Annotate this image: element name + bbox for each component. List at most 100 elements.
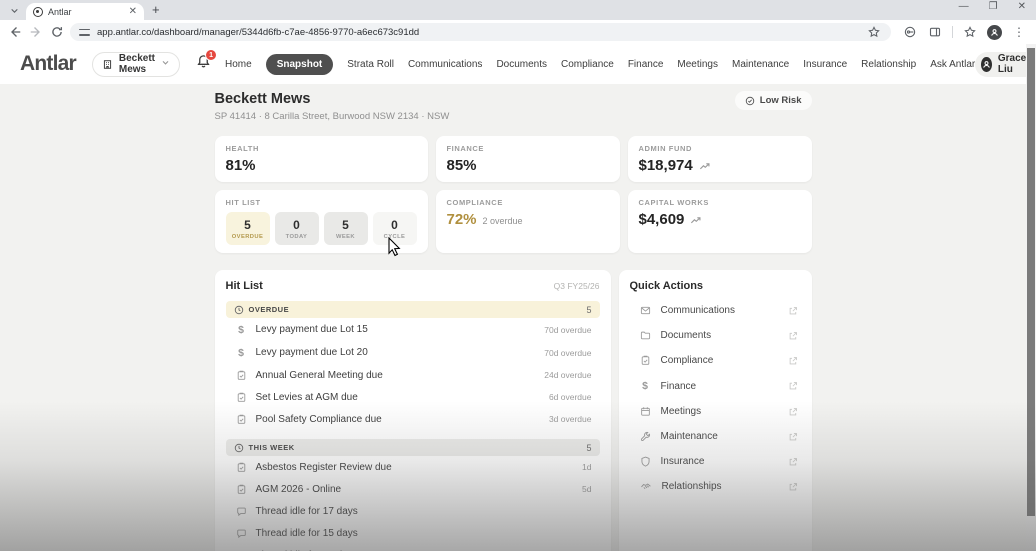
hit-list-item[interactable]: Annual General Meeting due 24d overdue — [226, 364, 600, 386]
notifications-button[interactable]: 1 — [196, 49, 218, 74]
quick-action-label: Compliance — [660, 355, 714, 366]
quick-action-communications[interactable]: Communications — [630, 298, 801, 323]
hit-list-item-label: Annual General Meeting due — [255, 369, 383, 381]
page-scrollbar[interactable] — [1026, 44, 1036, 551]
hit-count-label: CYCLE — [383, 233, 406, 240]
nav-item-meetings[interactable]: Meetings — [677, 59, 718, 70]
url-bar[interactable]: app.antlar.co/dashboard/manager/5344d6fb… — [70, 23, 891, 41]
external-link-icon — [788, 381, 798, 391]
forward-button[interactable] — [28, 24, 44, 40]
nav-item-ask-antlar[interactable]: Ask Antlar — [930, 59, 975, 70]
scrollbar-thumb[interactable] — [1027, 48, 1035, 516]
nav-item-compliance[interactable]: Compliance — [561, 59, 614, 70]
site-settings-icon[interactable] — [79, 28, 90, 37]
nav-item-finance[interactable]: Finance — [628, 59, 664, 70]
trend-up-icon — [690, 215, 702, 225]
section-label: THIS WEEK — [248, 443, 295, 452]
extensions-icon[interactable] — [962, 24, 978, 40]
reload-button[interactable] — [49, 24, 65, 40]
building-icon — [102, 59, 113, 70]
hit-count-value: 0 — [391, 217, 398, 232]
quick-action-maintenance[interactable]: Maintenance — [630, 424, 801, 449]
external-link-icon — [788, 331, 798, 341]
quick-action-finance[interactable]: $ Finance — [630, 373, 801, 399]
nav-item-documents[interactable]: Documents — [496, 59, 547, 70]
hit-list-item[interactable]: Thread idle for 15 days — [226, 544, 600, 551]
tab-close-icon[interactable]: ✕ — [129, 6, 137, 17]
hit-list-item[interactable]: Thread idle for 17 days — [226, 500, 600, 522]
property-selector[interactable]: Beckett Mews — [91, 51, 181, 77]
stat-label: ADMIN FUND — [638, 144, 692, 153]
stat-label: CAPITAL WORKS — [638, 198, 709, 207]
window-maximize-button[interactable]: ❐ — [989, 1, 998, 12]
nav-item-maintenance[interactable]: Maintenance — [732, 59, 789, 70]
hit-list-item[interactable]: AGM 2026 - Online 5d — [226, 478, 600, 500]
nav-item-home[interactable]: Home — [225, 59, 252, 70]
clipboard-icon — [236, 484, 247, 495]
hit-count-overdue: 5 OVERDUE — [225, 212, 270, 245]
stat-card-health: HEALTH 81% — [214, 136, 428, 182]
nav-item-strata-roll[interactable]: Strata Roll — [347, 59, 394, 70]
quick-action-relationships[interactable]: Relationships — [630, 474, 801, 499]
chat-icon — [236, 506, 247, 517]
nav-item-snapshot[interactable]: Snapshot — [265, 53, 334, 75]
quick-action-insurance[interactable]: Insurance — [630, 449, 801, 474]
antlar-logo[interactable]: Antlar — [20, 52, 77, 76]
bookmark-star-icon[interactable] — [866, 24, 882, 40]
hit-list-item[interactable]: $ Levy payment due Lot 20 70d overdue — [226, 341, 600, 364]
new-tab-button[interactable]: + — [152, 2, 160, 17]
quick-action-label: Insurance — [660, 456, 705, 467]
nav-item-communications[interactable]: Communications — [408, 59, 482, 70]
hit-list-item-due: 3d overdue — [548, 414, 592, 424]
risk-badge-label: Low Risk — [759, 95, 802, 106]
hit-list-item[interactable]: $ Levy payment due Lot 15 70d overdue — [226, 318, 600, 341]
quick-action-label: Relationships — [661, 481, 722, 492]
side-panel-icon[interactable] — [927, 24, 943, 40]
external-link-icon — [788, 457, 798, 467]
hit-list-item-due: 70d overdue — [544, 347, 592, 358]
browser-tab-bar: Antlar ✕ + — ❐ ✕ — [0, 0, 1036, 20]
calendar-icon — [640, 406, 651, 417]
trend-up-icon — [699, 161, 711, 171]
clipboard-icon — [236, 392, 247, 403]
dashboard-content: Beckett Mews SP 41414 · 8 Carilla Street… — [0, 84, 1026, 551]
hit-list-item-label: Thread idle for 15 days — [255, 527, 358, 539]
hit-count-today: 0 TODAY — [274, 212, 319, 245]
clipboard-icon — [236, 370, 247, 381]
window-minimize-button[interactable]: — — [959, 1, 969, 12]
dollar-icon: $ — [642, 380, 648, 392]
stat-label: COMPLIANCE — [446, 198, 503, 207]
hit-list-item[interactable]: Set Levies at AGM due 6d overdue — [226, 386, 600, 408]
quick-action-documents[interactable]: Documents — [630, 323, 801, 348]
tab-search-chevron-icon[interactable] — [6, 2, 22, 18]
nav-item-relationship[interactable]: Relationship — [861, 59, 916, 70]
back-button[interactable] — [7, 24, 23, 40]
quick-action-meetings[interactable]: Meetings — [630, 399, 801, 424]
browser-menu-icon[interactable]: ⋮ — [1011, 24, 1027, 40]
password-manager-icon[interactable] — [902, 24, 918, 40]
window-close-button[interactable]: ✕ — [1018, 1, 1026, 12]
hit-list-section-header-overdue: OVERDUE 5 — [225, 301, 600, 318]
hit-list-item-label: Levy payment due Lot 15 — [255, 324, 368, 335]
hit-list-item-due: 5d — [582, 484, 592, 494]
nav-item-insurance[interactable]: Insurance — [803, 59, 847, 70]
hit-count-value: 5 — [244, 217, 251, 232]
quick-actions-panel: Quick Actions Communications Documents Com… — [618, 270, 812, 551]
hit-list-item[interactable]: Pool Safety Compliance due 3d overdue — [226, 408, 600, 430]
hit-list-item[interactable]: Thread idle for 15 days — [226, 522, 600, 544]
quick-action-label: Maintenance — [660, 431, 718, 442]
hit-list-item[interactable]: Asbestos Register Review due 1d — [226, 456, 600, 478]
shield-icon — [640, 456, 651, 467]
notification-badge: 1 — [205, 49, 218, 61]
browser-tab[interactable]: Antlar ✕ — [26, 3, 144, 20]
browser-toolbar: app.antlar.co/dashboard/manager/5344d6fb… — [0, 20, 1036, 44]
external-link-icon — [788, 356, 798, 366]
stat-meta: 2 overdue — [482, 216, 523, 226]
browser-profile-avatar[interactable] — [987, 24, 1002, 40]
external-link-icon — [788, 407, 798, 417]
hit-list-item-due: 1d — [582, 462, 592, 472]
stat-value: 72% — [446, 211, 477, 228]
quick-action-compliance[interactable]: Compliance — [630, 348, 801, 373]
hit-list-item-label: AGM 2026 - Online — [255, 483, 342, 495]
clipboard-icon — [236, 462, 247, 473]
